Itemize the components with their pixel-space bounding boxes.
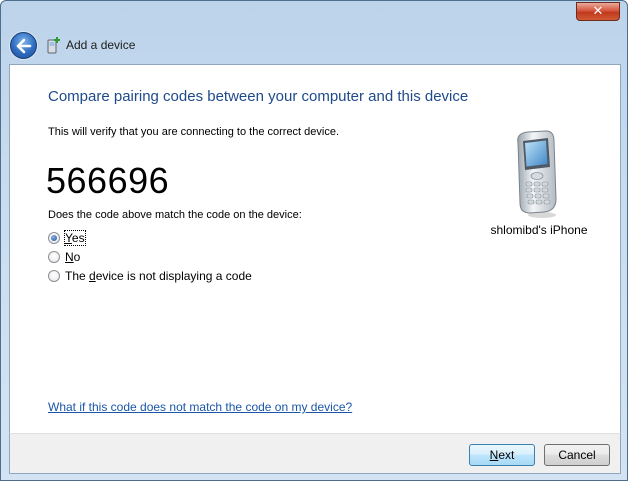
radio-no[interactable] xyxy=(48,251,60,263)
radio-option-no[interactable]: No xyxy=(48,249,80,265)
close-button[interactable]: ✕ xyxy=(576,2,620,21)
page-heading: Compare pairing codes between your compu… xyxy=(48,88,469,105)
radio-no-code-label[interactable]: The device is not displaying a code xyxy=(65,269,252,283)
back-arrow-icon xyxy=(16,38,32,54)
radio-no-label[interactable]: No xyxy=(65,250,80,264)
add-device-icon xyxy=(47,37,60,54)
mobile-phone-icon xyxy=(517,130,557,218)
button-bar: Next Cancel xyxy=(9,433,621,474)
content-panel: Compare pairing codes between your compu… xyxy=(9,64,621,433)
radio-yes[interactable] xyxy=(48,232,60,244)
window-title: Add a device xyxy=(66,38,136,52)
cancel-button[interactable]: Cancel xyxy=(544,444,610,466)
back-button[interactable] xyxy=(10,32,37,59)
radio-yes-label[interactable]: Yes xyxy=(64,230,86,246)
next-button[interactable]: Next xyxy=(469,444,535,466)
radio-option-no-code[interactable]: The device is not displaying a code xyxy=(48,268,252,284)
match-question: Does the code above match the code on th… xyxy=(48,209,302,221)
page-subtitle: This will verify that you are connecting… xyxy=(48,126,340,138)
radio-option-yes[interactable]: Yes xyxy=(48,230,86,246)
pairing-code: 566696 xyxy=(46,160,170,201)
help-link[interactable]: What if this code does not match the cod… xyxy=(48,400,352,414)
add-device-window: ✕ Add a device Compare pairing codes bet… xyxy=(0,0,628,481)
radio-no-code[interactable] xyxy=(48,270,60,282)
device-name: shlomibd's iPhone xyxy=(490,223,588,237)
